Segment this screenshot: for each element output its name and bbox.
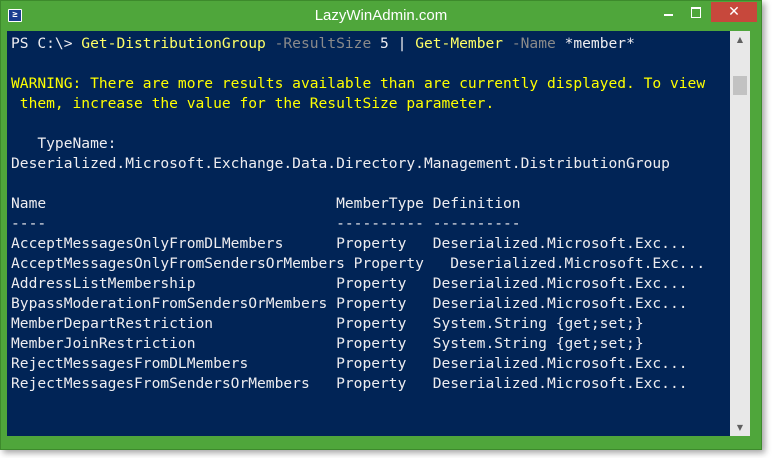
scroll-up-icon[interactable]: ▲ xyxy=(730,31,750,48)
cmdlet-get-member: Get-Member xyxy=(415,35,504,52)
scroll-down-icon[interactable]: ▼ xyxy=(730,419,750,436)
table-row: AcceptMessagesOnlyFromDLMembers Property… xyxy=(11,235,688,252)
title-bar[interactable]: ≥ LazyWinAdmin.com ✕ xyxy=(1,1,761,31)
powershell-window: ≥ LazyWinAdmin.com ✕ PS C:\> Get-Distrib… xyxy=(0,0,762,450)
parameter-name: -Name xyxy=(503,35,556,52)
maximize-button[interactable] xyxy=(683,2,709,22)
minimize-icon xyxy=(664,14,673,16)
table-row: MemberJoinRestriction Property System.St… xyxy=(11,335,644,352)
argument-member: *member* xyxy=(555,35,635,52)
cmdlet-get-distributiongroup: Get-DistributionGroup xyxy=(81,35,266,52)
table-row: RejectMessagesFromSendersOrMembers Prope… xyxy=(11,375,688,392)
close-button[interactable]: ✕ xyxy=(711,2,757,22)
table-separator: ---- ---------- ---------- xyxy=(11,215,521,232)
warning-line-2: them, increase the value for the ResultS… xyxy=(11,95,495,112)
typename-label: TypeName: xyxy=(11,135,117,152)
table-header: Name MemberType Definition xyxy=(11,195,521,212)
window-title: LazyWinAdmin.com xyxy=(314,7,448,24)
table-row: MemberDepartRestriction Property System.… xyxy=(11,315,644,332)
argument-5-pipe: 5 | xyxy=(371,35,416,52)
vertical-scrollbar[interactable]: ▲ ▼ xyxy=(730,31,750,436)
console-output[interactable]: PS C:\> Get-DistributionGroup -ResultSiz… xyxy=(7,31,730,436)
command-line: PS C:\> Get-DistributionGroup -ResultSiz… xyxy=(11,34,635,54)
close-icon: ✕ xyxy=(728,4,740,20)
table-row: BypassModerationFromSendersOrMembers Pro… xyxy=(11,295,688,312)
maximize-icon xyxy=(691,7,701,18)
resize-grip[interactable] xyxy=(730,436,750,448)
parameter-resultsize: -ResultSize xyxy=(265,35,372,52)
typename-value: Deserialized.Microsoft.Exchange.Data.Dir… xyxy=(11,155,670,172)
table-row: AddressListMembership Property Deseriali… xyxy=(11,275,688,292)
table-row: RejectMessagesFromDLMembers Property Des… xyxy=(11,355,688,372)
scrollbar-thumb[interactable] xyxy=(733,76,747,95)
minimize-button[interactable] xyxy=(655,2,681,22)
table-row: AcceptMessagesOnlyFromSendersOrMembers P… xyxy=(11,255,706,272)
prompt: PS C:\> xyxy=(11,35,82,52)
warning-line-1: WARNING: There are more results availabl… xyxy=(11,75,706,92)
